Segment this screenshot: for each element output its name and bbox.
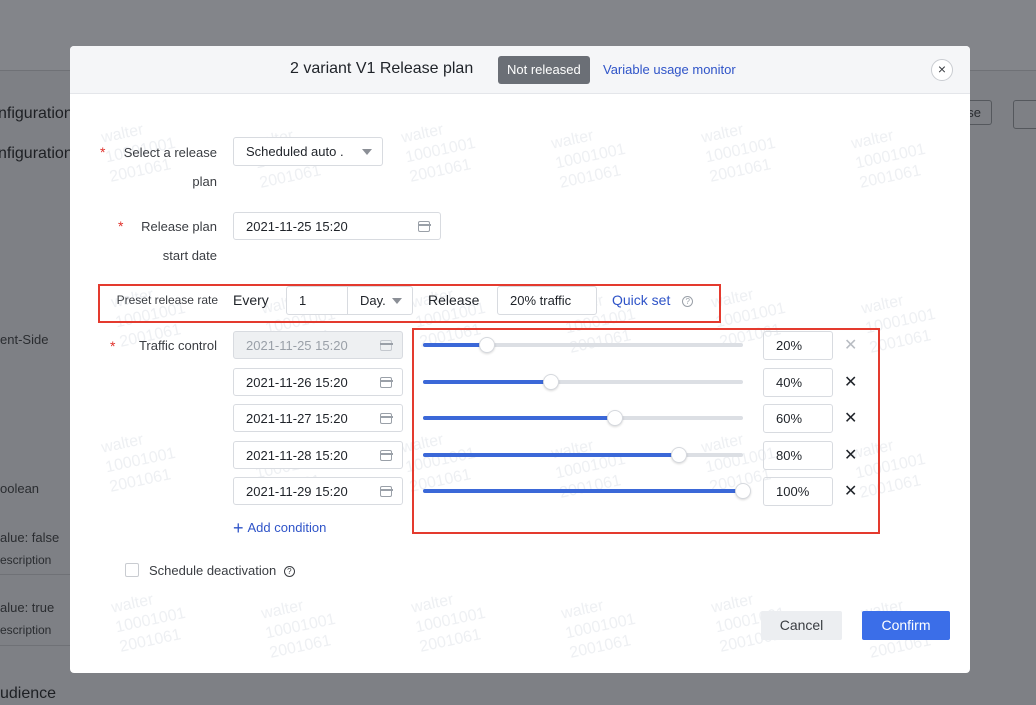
traffic-slider[interactable] [423,410,743,426]
confirm-button[interactable]: Confirm [862,611,950,640]
traffic-slider-handle[interactable] [735,483,751,499]
watermark: walter100010012001061 [259,597,338,662]
traffic-date-value: 2021-11-28 15:20 [246,448,348,463]
interval-input[interactable]: 1 [286,286,348,315]
traffic-slider[interactable] [423,374,743,390]
traffic-slider[interactable] [423,483,751,499]
remove-row-icon: ✕ [844,337,858,354]
traffic-date-value: 2021-11-29 15:20 [246,484,348,499]
required-marker: * [118,218,124,234]
add-condition-label: Add condition [247,520,327,535]
background-label: alue: true [0,600,55,615]
plus-icon: + [233,518,244,538]
traffic-slider-fill [423,489,743,493]
chevron-down-icon [362,149,372,155]
dialog-header: 2 variant V1 Release plan Not released V… [70,46,970,94]
background-heading: nfiguration [0,105,73,122]
traffic-slider[interactable] [423,447,743,463]
background-heading: udience [0,685,57,702]
background-label: oolean [0,481,40,496]
calendar-icon [379,450,393,461]
traffic-slider-handle[interactable] [607,410,623,426]
traffic-percent-input[interactable]: 40% [763,368,833,397]
traffic-slider-handle[interactable] [479,337,495,353]
calendar-icon [379,413,393,424]
traffic-slider-handle[interactable] [543,374,559,390]
release-label: Release [428,292,480,308]
traffic-slider-fill [423,380,551,384]
preset-release-rate-label: Preset release rate [116,293,218,307]
background-subheading: nfiguration [0,145,73,162]
traffic-slider[interactable] [423,337,743,353]
traffic-control-label: Traffic control [138,338,217,353]
background-label: ent-Side [0,332,49,347]
release-plan-select[interactable]: Scheduled auto . [233,137,383,166]
background-label: escription [0,553,52,567]
variable-usage-monitor-link[interactable]: Variable usage monitor [603,62,736,77]
release-plan-label: Select a release plan [123,145,217,189]
required-marker: * [100,144,106,160]
remove-row-icon[interactable]: ✕ [844,372,857,392]
traffic-percent-input[interactable]: 60% [763,404,833,433]
add-condition-button[interactable]: + Add condition [233,518,326,539]
start-date-value: 2021-11-25 15:20 [246,219,348,234]
close-icon[interactable]: × [931,59,953,81]
quick-set-label: Quick set [612,292,671,308]
schedule-deactivation-checkbox[interactable] [125,563,139,577]
calendar-icon [417,221,431,232]
interval-unit-value: Day. [360,293,386,308]
background-divider [0,574,70,575]
traffic-date-picker[interactable]: 2021-11-27 15:20 [233,404,403,432]
traffic-date-value: 2021-11-27 15:20 [246,411,348,426]
schedule-deactivation-text: Schedule deactivation [149,563,277,578]
cancel-button[interactable]: Cancel [761,611,842,640]
every-label: Every [233,292,269,308]
traffic-slider-fill [423,453,679,457]
remove-row-icon[interactable]: ✕ [844,481,857,501]
calendar-icon [379,377,393,388]
chevron-down-icon [392,298,402,304]
traffic-date-value: 2021-11-25 15:20 [246,338,348,353]
watermark: walter100010012001061 [399,121,478,186]
schedule-deactivation-label: Schedule deactivation ? [149,563,295,578]
traffic-slider-fill [423,416,615,420]
watermark: walter100010012001061 [99,431,178,496]
background-label: alue: false [0,530,60,545]
watermark: walter100010012001061 [409,591,488,656]
traffic-date-value: 2021-11-26 15:20 [246,375,348,390]
start-date-label: Release plan start date [141,219,217,263]
watermark: walter100010012001061 [559,597,638,662]
background-icon-button [1013,100,1036,129]
calendar-icon [379,340,393,351]
traffic-input[interactable]: 20% traffic [497,286,597,315]
traffic-date-picker[interactable]: 2021-11-28 15:20 [233,441,403,469]
watermark: walter100010012001061 [549,127,628,192]
background-divider [0,645,70,646]
interval-unit-select[interactable]: Day. [347,286,413,315]
traffic-slider-handle[interactable] [671,447,687,463]
remove-row-icon[interactable]: ✕ [844,408,857,428]
help-icon[interactable]: ? [283,566,295,578]
dialog-title: 2 variant V1 Release plan [290,60,474,77]
release-plan-value: Scheduled auto . [246,144,344,159]
status-badge: Not released [498,56,590,84]
help-icon[interactable]: ? [682,295,694,307]
remove-row-icon[interactable]: ✕ [844,445,857,465]
quick-set-link[interactable]: Quick set ? [612,292,694,308]
required-marker: * [110,338,116,354]
traffic-percent-input[interactable]: 100% [763,477,833,506]
traffic-slider-fill [423,343,487,347]
watermark: walter100010012001061 [699,121,778,186]
traffic-date-picker[interactable]: 2021-11-26 15:20 [233,368,403,396]
traffic-date-picker: 2021-11-25 15:20 [233,331,403,359]
start-date-picker[interactable]: 2021-11-25 15:20 [233,212,441,240]
background-label: escription [0,623,52,637]
calendar-icon [379,486,393,497]
watermark: walter100010012001061 [109,591,188,656]
traffic-percent-input[interactable]: 80% [763,441,833,470]
traffic-date-picker[interactable]: 2021-11-29 15:20 [233,477,403,505]
traffic-percent-input[interactable]: 20% [763,331,833,360]
release-plan-dialog: walter100010012001061 walter1000100120010… [70,46,970,673]
watermark: walter100010012001061 [849,127,928,192]
